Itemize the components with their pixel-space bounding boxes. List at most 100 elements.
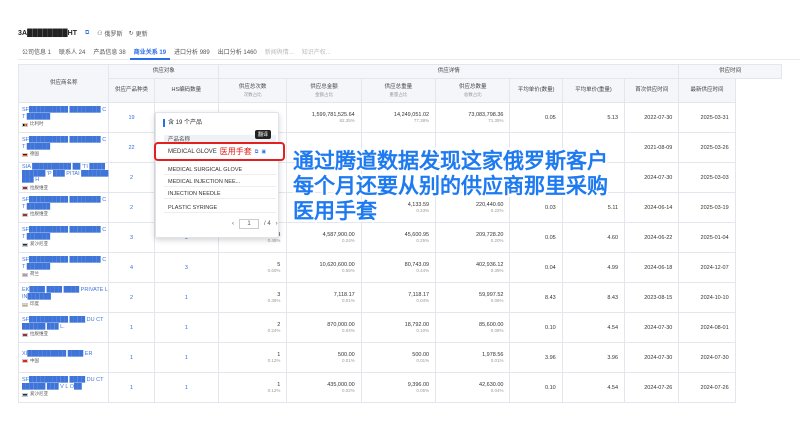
cell-percent: 0.08%: [490, 328, 504, 333]
product-count-link[interactable]: 19: [108, 102, 155, 133]
supplier-table: 供应商名称 供应对象 供应详情 供应时间 供应产品种类 HS编码数量 供应总次数 次数…: [17, 64, 782, 403]
header-col-label: 最新供应时间: [690, 87, 724, 93]
product-count-link[interactable]: 1: [108, 342, 155, 373]
avg-price-qty-cell: 0.05: [509, 102, 563, 133]
page-input[interactable]: 1: [239, 219, 259, 229]
header-col-4[interactable]: 供应总重量 重量占比: [360, 78, 437, 103]
last-supply-date: 2024-08-01: [678, 312, 736, 343]
product-count-link[interactable]: 2: [108, 192, 155, 223]
overlay-line-1: 通过腾道数据发现这家俄罗斯客户: [291, 147, 610, 175]
tab-news[interactable]: 新闻舆情...: [261, 44, 298, 60]
popup-item-injection-nee[interactable]: MEDICAL INJECTION NEE...: [164, 177, 276, 187]
copy-icon[interactable]: ⧉: [255, 149, 259, 155]
header-col-9[interactable]: 最新供应时间: [678, 78, 736, 103]
supply-amount-cell: 10,620,600.00 0.55%: [286, 252, 362, 283]
supplier-name-link[interactable]: SF██████████ ████████ CT ██████: [22, 197, 108, 210]
tab-business-relations[interactable]: 商业关系 19: [129, 44, 171, 60]
popup-item-surgical-glove[interactable]: MEDICAL SURGICAL GLOVE: [164, 165, 276, 175]
cell-percent: 0.48%: [267, 238, 281, 243]
flag-icon: [22, 272, 28, 277]
hs-count-link[interactable]: 1: [153, 282, 220, 313]
header-col-1[interactable]: HS编码数量: [153, 78, 220, 103]
country-link[interactable]: ⚇ 俄罗斯: [97, 29, 122, 38]
table-row: SF██████████ ████████ CT ██████爱沙尼亚3340.…: [17, 222, 782, 253]
supply-weight-cell: 18,792.00 0.10%: [360, 312, 437, 343]
header-col-2[interactable]: 供应总次数 次数占比: [218, 78, 288, 103]
tab-company-info[interactable]: 公司信息 1: [18, 44, 55, 60]
header-col-5[interactable]: 供应总数量 总数占比: [435, 78, 511, 103]
header-col-label: HS编码数量: [171, 87, 202, 93]
header-col-7[interactable]: 平均单价(重量): [561, 78, 626, 103]
last-supply-date: 2025-03-31: [678, 102, 736, 133]
product-count-link[interactable]: 2: [108, 162, 155, 193]
supplier-name-link[interactable]: SIA ██████████ ██ 'TI ██████████ 'P ███ …: [22, 164, 108, 184]
user-icon: ⚇: [97, 30, 103, 37]
supply-qty-cell: 1,978.56 0.01%: [435, 342, 511, 373]
product-count-link[interactable]: 2: [108, 282, 155, 313]
cell-percent: 0.44%: [416, 268, 430, 273]
hs-count-link[interactable]: 1: [153, 342, 220, 373]
cell-percent: 0.55%: [341, 268, 355, 273]
supplier-name-link[interactable]: XI██████████ ████ ER: [22, 351, 108, 358]
cell-percent: 0.12%: [267, 388, 281, 393]
header-col-3[interactable]: 供应总金额 金额占比: [286, 78, 362, 103]
header-col-8[interactable]: 首次供应时间: [624, 78, 680, 103]
avg-price-qty-cell: 0.10: [509, 372, 563, 403]
supplier-name-link[interactable]: SF██████████ ████████ CT ██████: [22, 227, 108, 240]
country: 比利时: [22, 121, 108, 128]
supplier-name-link[interactable]: SF██████████ ████ DU CT ██████ ███ L.: [22, 317, 108, 330]
popup-item-injection-needle[interactable]: INJECTION NEEDLE: [164, 189, 276, 199]
country: 中国: [22, 358, 108, 365]
popup-item-medical-glove-highlight[interactable]: MEDICAL GLOVE 医用手套 ⧉ ▣: [154, 142, 285, 161]
supply-count-cell: 2 0.24%: [218, 312, 288, 343]
supply-weight-cell: 45,600.95 0.25%: [360, 222, 437, 253]
header-group-detail: 供应详情: [218, 64, 680, 79]
supplier-name-link[interactable]: SF██████████ ████ DU CT ██████ ███ V L O…: [22, 377, 108, 390]
popup-item-plastic-syringe[interactable]: PLASTIC SYRINGE: [164, 203, 276, 213]
supplier-cell: SF██████████ ████████ CT ██████ 爱沙尼亚: [17, 222, 110, 253]
product-count-link[interactable]: 1: [108, 372, 155, 403]
supply-qty-cell: 73,083,798.36 71.35%: [435, 102, 511, 133]
cell-percent: 0.25%: [416, 238, 430, 243]
country: 拉脱维亚: [22, 331, 108, 338]
supplier-name-link[interactable]: SF██████████ ████████ CT ██████: [22, 257, 108, 270]
avg-price-qty-cell: 3.96: [509, 342, 563, 373]
supplier-cell: SF██████████ ████████ CT ██████ 荷兰: [17, 252, 110, 283]
supplier-name-link[interactable]: EK████ ████ ████ PRIVATE LIN██████: [22, 287, 108, 300]
supply-qty-cell: 402,936.12 0.39%: [435, 252, 511, 283]
product-count-link[interactable]: 22: [108, 132, 155, 163]
header-col-6[interactable]: 平均单价(数量): [509, 78, 563, 103]
cell-percent: 82.35%: [339, 118, 355, 123]
country: 拉脱维亚: [22, 185, 108, 192]
company-name: 3A████████HT: [18, 29, 78, 37]
avg-price-weight-cell: 4.99: [561, 252, 626, 283]
copy-icon[interactable]: ⧉: [83, 29, 91, 37]
table-row: XI██████████ ████ ER 中国 1 1 1 0.12% 500.00 0.01…: [17, 342, 782, 373]
hs-count-link[interactable]: 3: [153, 252, 220, 283]
avg-price-qty-cell: 0.05: [509, 222, 563, 253]
supply-amount-cell: 7,118.17 0.01%: [286, 282, 362, 313]
tab-products[interactable]: 产品信息 38: [89, 44, 129, 60]
cell-percent: 0.24%: [267, 328, 281, 333]
product-count-link[interactable]: 1: [108, 312, 155, 343]
supplier-cell: SF██████████ ████████ CT ██████ 拉脱维亚: [17, 192, 110, 223]
translate-icon[interactable]: ▣: [261, 149, 266, 155]
prev-page-icon[interactable]: ‹: [232, 221, 234, 227]
refresh-button[interactable]: ↻ 更新: [129, 29, 148, 38]
tab-export-analysis[interactable]: 出口分析 1460: [214, 44, 261, 60]
header-col-0[interactable]: 供应产品种类: [108, 78, 155, 103]
product-count-link[interactable]: 3: [108, 222, 155, 253]
overlay-line-3: 医用手套: [291, 197, 379, 225]
tab-contacts[interactable]: 联系人 24: [55, 44, 89, 60]
product-count-link[interactable]: 4: [108, 252, 155, 283]
tab-ip[interactable]: 知识产权...: [298, 44, 335, 60]
cell-percent: 0.01%: [341, 298, 355, 303]
supplier-name-link[interactable]: SF██████████ ████████ CT ██████: [22, 107, 108, 120]
avg-price-qty-cell: 8.43: [509, 282, 563, 313]
hs-count-link[interactable]: 1: [153, 372, 220, 403]
cell-percent: 0.12%: [267, 358, 281, 363]
next-page-icon[interactable]: ›: [276, 221, 278, 227]
tab-import-analysis[interactable]: 进口分析 989: [170, 44, 214, 60]
hs-count-link[interactable]: 1: [153, 312, 220, 343]
supplier-name-link[interactable]: SF██████████ ████████ CT ██████: [22, 137, 108, 150]
